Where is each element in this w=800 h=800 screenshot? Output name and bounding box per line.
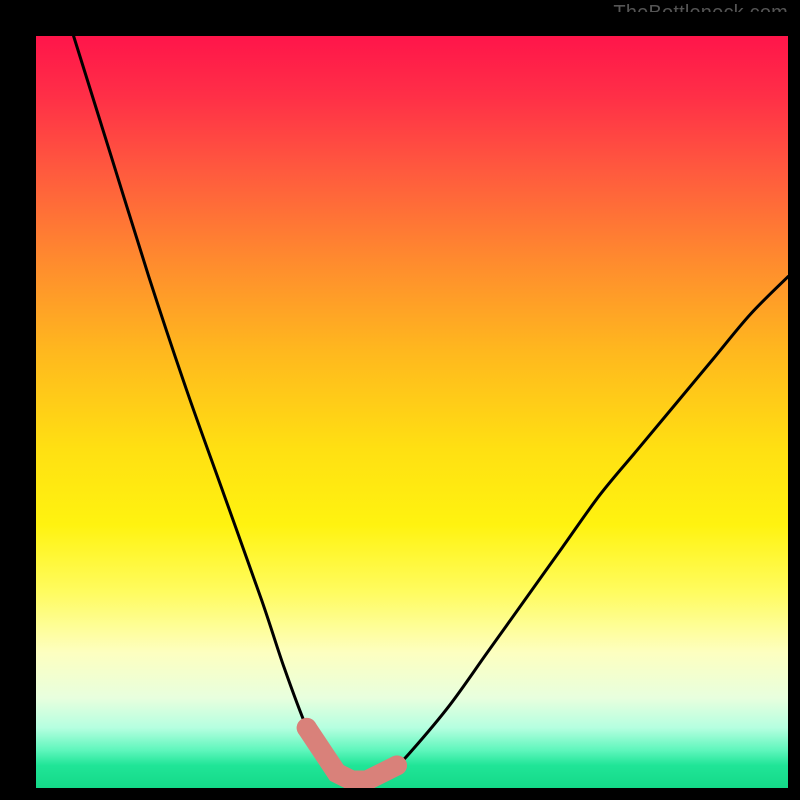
chart-frame (12, 12, 788, 788)
sweet-spot-dot-left (297, 718, 317, 738)
plot-area (36, 36, 788, 788)
bottleneck-curve-svg (36, 36, 788, 788)
sweet-spot-highlight (307, 728, 397, 781)
sweet-spot-dot-right (387, 755, 407, 775)
bottleneck-curve-path (74, 36, 788, 781)
